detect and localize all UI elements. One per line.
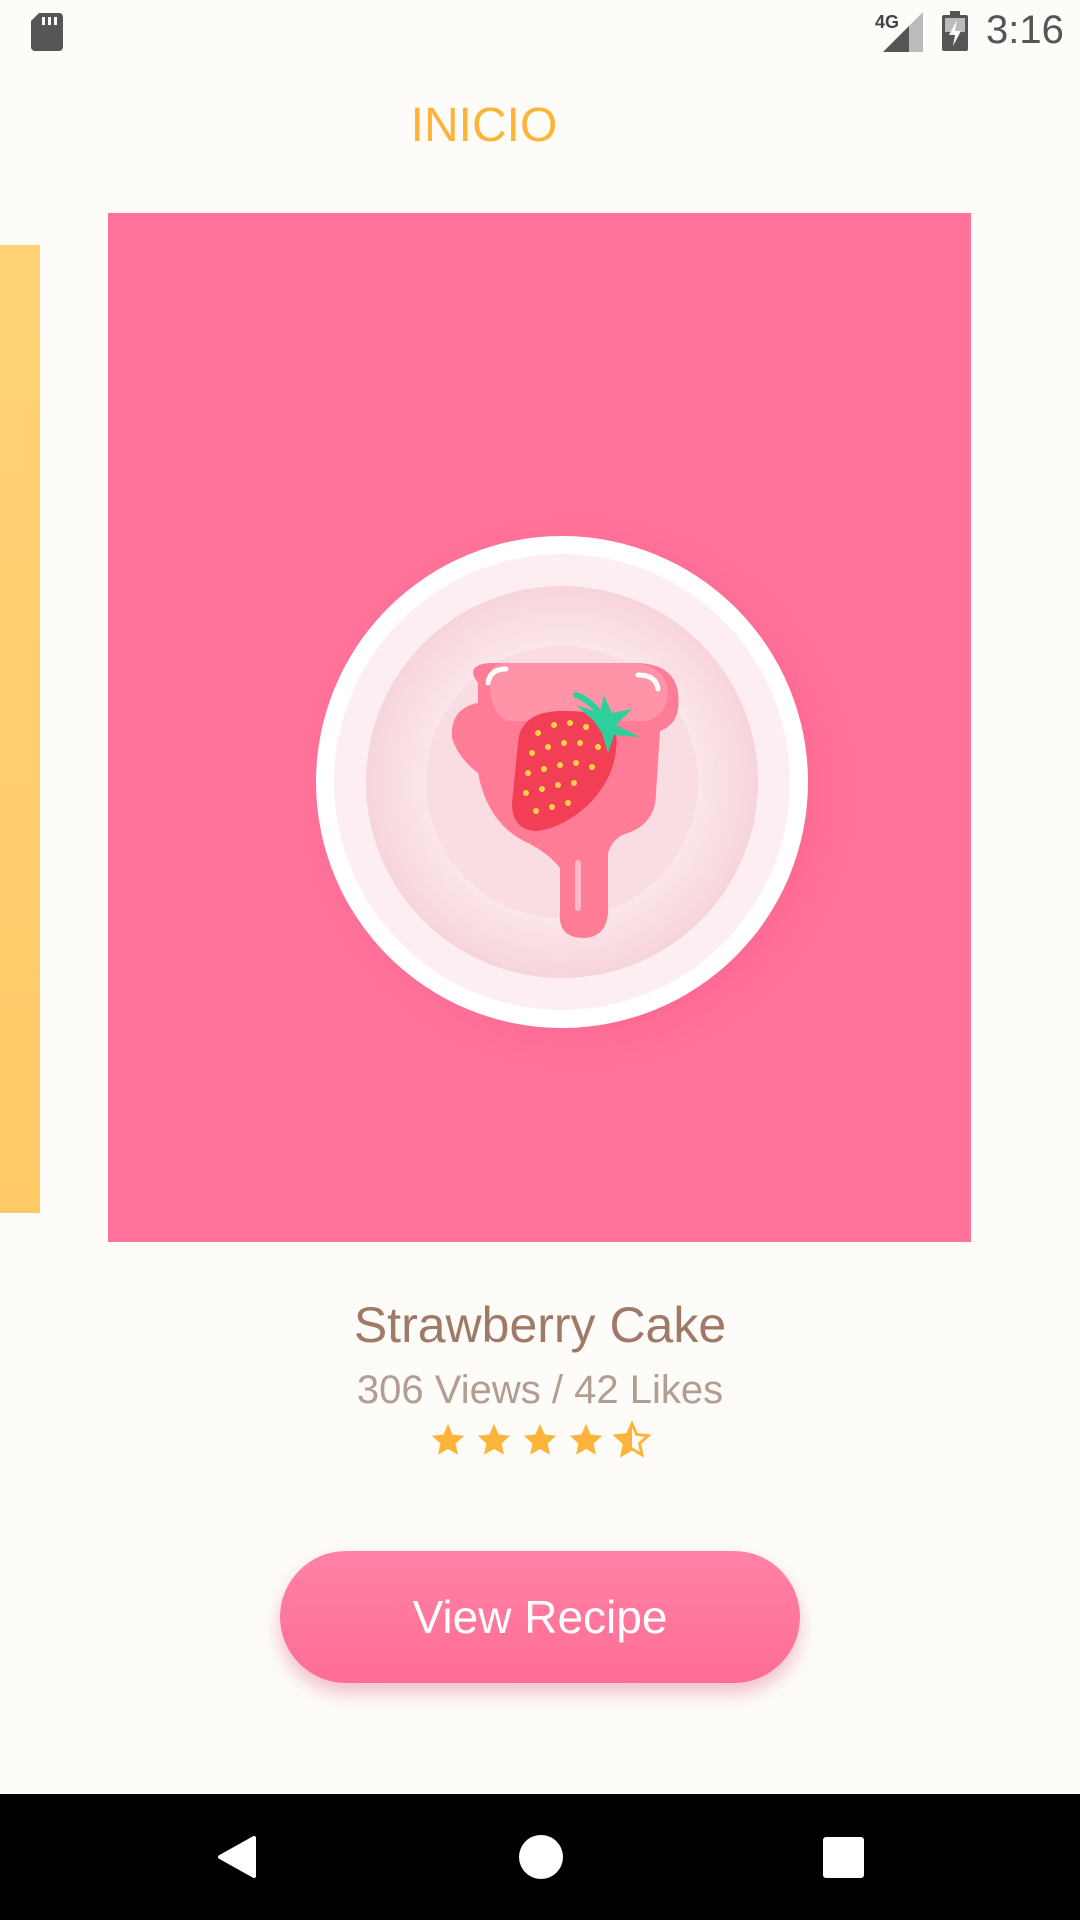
status-bar: 4G 3:16 [0, 0, 1080, 66]
star-full-icon [477, 1424, 511, 1455]
star-full-icon [431, 1424, 465, 1455]
sd-card-icon [31, 13, 63, 51]
previous-recipe-card[interactable] [0, 245, 40, 1213]
star-full-icon [569, 1424, 603, 1455]
view-recipe-button[interactable]: View Recipe [280, 1551, 800, 1683]
battery-charging-icon [942, 11, 968, 51]
recipe-card[interactable] [108, 213, 971, 1242]
strawberry-cake-illustration [288, 503, 868, 1083]
signal-icon [883, 12, 923, 52]
clock: 3:16 [986, 8, 1064, 52]
recipe-title: Strawberry Cake [353, 1297, 727, 1353]
home-icon[interactable] [519, 1835, 563, 1879]
back-icon[interactable] [216, 1834, 256, 1880]
recipe-stats: 306 Views / 42 Likes [356, 1368, 724, 1412]
rating-stars [430, 1420, 654, 1460]
page-title: INICIO [410, 99, 558, 152]
star-full-icon [523, 1424, 557, 1455]
recents-icon[interactable] [823, 1837, 864, 1878]
